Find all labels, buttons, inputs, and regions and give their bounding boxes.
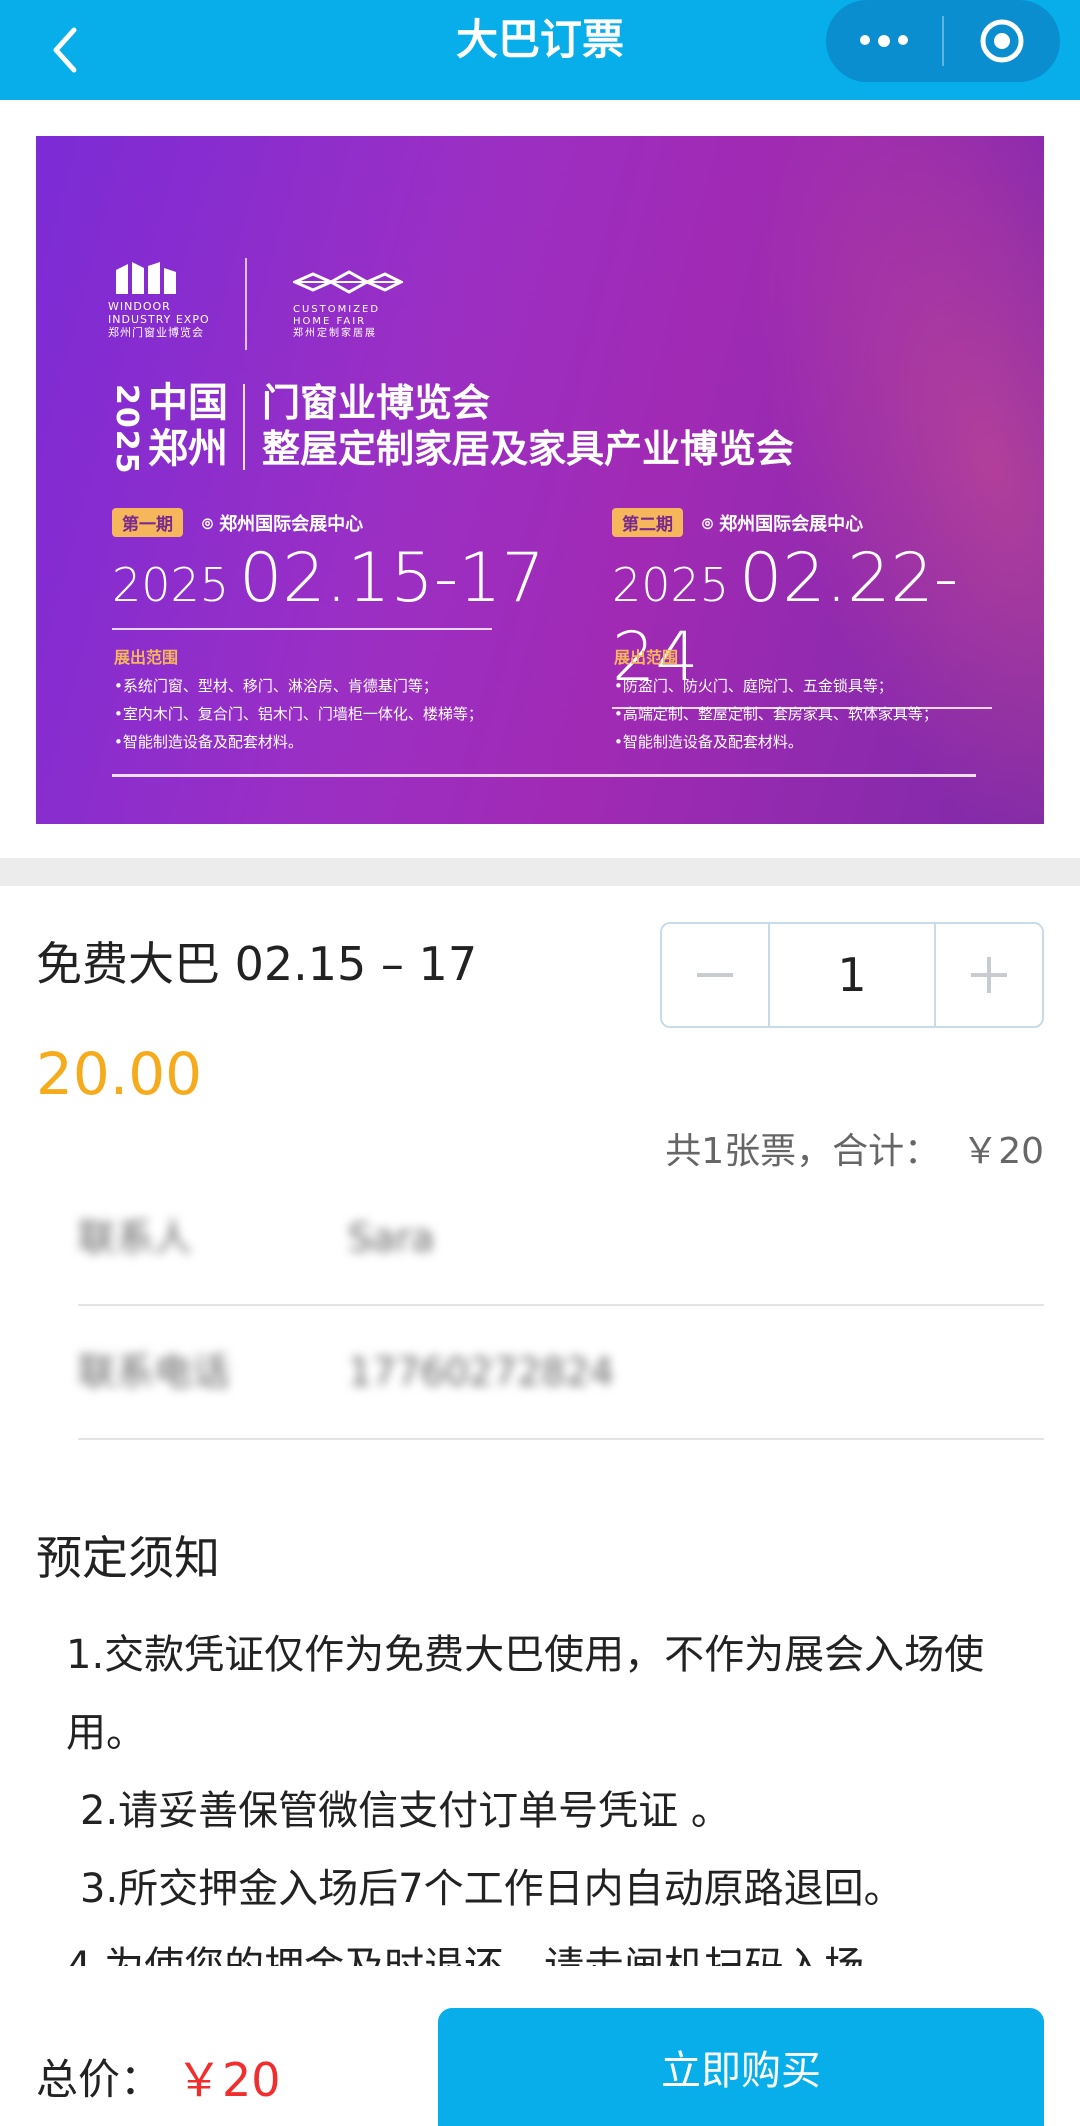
homefair-logo-line1: CUSTOMIZED <box>293 304 381 315</box>
banner-expo-title: 门窗业博览会 整屋定制家居及家具产业博览会 <box>262 380 794 472</box>
homefair-logo-icon <box>293 270 403 294</box>
windoor-logo-line1: WINDOOR <box>108 300 171 313</box>
phase-two-scope-title: 展出范围 <box>614 648 679 667</box>
more-dots-icon <box>856 35 912 47</box>
product-price: 20.00 <box>36 1040 203 1108</box>
phase-one-scope-title: 展出范围 <box>114 648 179 667</box>
phase-two-scope-item: •防盗门、防火门、庭院门、五金锁具等； <box>614 677 893 695</box>
target-icon <box>980 19 1024 63</box>
contact-phone-value[interactable]: 17760272824 <box>348 1306 614 1438</box>
increase-button[interactable] <box>936 924 1042 1026</box>
phase-two-venue-text: 郑州国际会展中心 <box>719 514 864 535</box>
phase-two-scope-item: •智能制造设备及配套材料。 <box>614 733 803 751</box>
notice-content: 1.交款凭证仅作为免费大巴使用，不作为展会入场使用。 2.请妥善保管微信支付订单… <box>66 1616 1006 1966</box>
phase-two-scope: 展出范围 •防盗门、防火门、庭院门、五金锁具等； •高端定制、整屋定制、套房家具… <box>614 644 938 756</box>
top-bar: 大巴订票 <box>0 0 1080 100</box>
logo-divider <box>245 258 247 350</box>
more-button[interactable] <box>826 0 942 82</box>
phase-one-underline <box>112 628 492 630</box>
banner-city-line2: 郑州 <box>148 426 228 472</box>
minus-icon <box>697 973 733 977</box>
close-miniprogram-button[interactable] <box>944 0 1060 82</box>
homefair-logo: CUSTOMIZED HOME FAIR 郑州定制家居展 <box>293 264 403 340</box>
summary-amount: ￥20 <box>962 1131 1044 1172</box>
phase-one-dates: 02.15-17 <box>239 539 545 618</box>
phase-one-venue: ⌾ 郑州国际会展中心 <box>202 510 363 536</box>
plus-icon <box>971 957 1007 993</box>
phase-two-scope-item: •高端定制、整屋定制、套房家具、软体家具等； <box>614 705 938 723</box>
city-divider <box>243 384 245 470</box>
section-divider <box>0 858 1080 886</box>
contact-name-row[interactable]: 联系人 Sara <box>78 1172 1044 1306</box>
phase-one: 第一期 ⌾ 郑州国际会展中心 2025 02.15-17 <box>112 508 545 630</box>
homefair-logo-line3: 郑州定制家居展 <box>293 328 377 339</box>
phase-one-scope-item: •系统门窗、型材、移门、淋浴房、肯德基门等； <box>114 677 438 695</box>
contact-name-value[interactable]: Sara <box>348 1172 434 1304</box>
notice-title: 预定须知 <box>36 1531 220 1585</box>
banner-year: 2025 <box>109 384 144 476</box>
notice-item: 1.交款凭证仅作为免费大巴使用，不作为展会入场使用。 <box>66 1632 985 1756</box>
phase-one-year: 2025 <box>112 558 230 612</box>
phase-one-venue-text: 郑州国际会展中心 <box>219 514 364 535</box>
phase-one-tag: 第一期 <box>112 508 183 537</box>
homefair-logo-line2: HOME FAIR <box>293 316 367 327</box>
notice-item: 2.请妥善保管微信支付订单号凭证 。 <box>80 1788 731 1834</box>
quantity-stepper: 1 <box>660 922 1044 1028</box>
contact-name-label: 联系人 <box>78 1216 193 1260</box>
banner-city-line1: 中国 <box>148 380 228 426</box>
total-value: ￥20 <box>176 2053 281 2107</box>
notice-item: 4.为使您的押金及时退还，请走闸机扫码入场 <box>66 1928 1006 1966</box>
windoor-logo-line2: INDUSTRY EXPO <box>108 313 210 326</box>
quantity-value[interactable]: 1 <box>768 924 936 1026</box>
windoor-logo: WINDOOR INDUSTRY EXPO 郑州门窗业博览会 <box>108 260 210 339</box>
windoor-logo-icon <box>116 262 176 294</box>
banner-bottom-line <box>112 774 976 777</box>
decrease-button[interactable] <box>662 924 768 1026</box>
location-pin-icon: ⌾ <box>202 514 213 535</box>
buy-now-button[interactable]: 立即购买 <box>438 2008 1044 2126</box>
banner-city: 中国 郑州 <box>148 380 228 472</box>
banner-expo-line2: 整屋定制家居及家具产业博览会 <box>262 427 795 471</box>
event-banner: WINDOOR INDUSTRY EXPO 郑州门窗业博览会 CUSTOMIZE… <box>36 136 1044 824</box>
summary-label: 共1张票，合计： <box>665 1131 941 1172</box>
location-pin-icon: ⌾ <box>702 514 713 535</box>
phase-one-scope-item: •智能制造设备及配套材料。 <box>114 733 303 751</box>
notice-item: 3.所交押金入场后7个工作日内自动原路退回。 <box>80 1866 904 1912</box>
contact-phone-label: 联系电话 <box>78 1350 231 1394</box>
total-label: 总价： <box>36 2055 163 2104</box>
order-summary: 共1张票，合计： ￥20 <box>665 1122 1044 1174</box>
contact-phone-row[interactable]: 联系电话 17760272824 <box>78 1306 1044 1440</box>
phase-two-tag: 第二期 <box>612 508 683 537</box>
banner-expo-line1: 门窗业博览会 <box>262 381 491 425</box>
phase-one-scope-item: •室内木门、复合门、铝木门、门墙柜一体化、楼梯等； <box>114 705 483 723</box>
windoor-logo-line3: 郑州门窗业博览会 <box>108 326 204 339</box>
phase-one-scope: 展出范围 •系统门窗、型材、移门、淋浴房、肯德基门等； •室内木门、复合门、铝木… <box>114 644 483 756</box>
product-name: 免费大巴 02.15 – 17 <box>36 937 478 991</box>
phase-two-venue: ⌾ 郑州国际会展中心 <box>702 510 863 536</box>
menu-capsule <box>826 0 1060 82</box>
phase-two-year: 2025 <box>612 558 730 612</box>
